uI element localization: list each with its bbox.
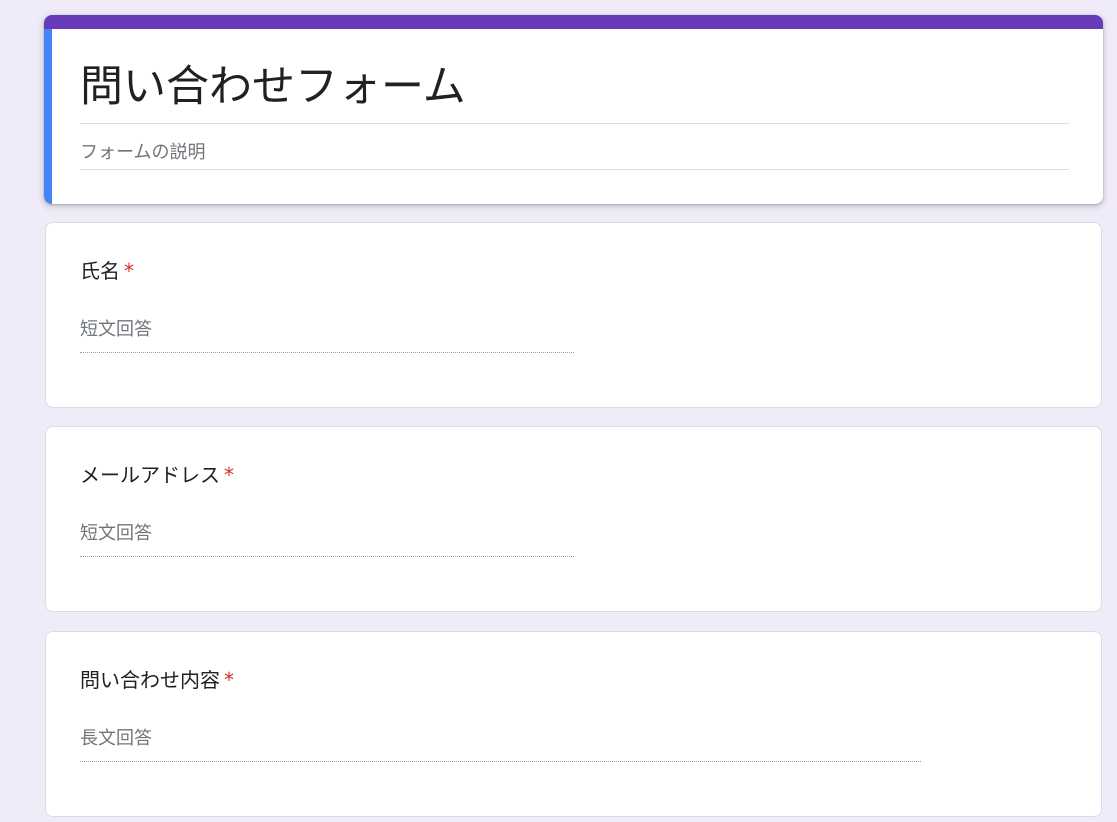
required-asterisk: * [224, 463, 234, 487]
answer-field-underline [80, 761, 921, 762]
answer-field-underline [80, 352, 574, 353]
form-title-input[interactable]: 問い合わせフォーム [80, 59, 466, 115]
required-asterisk: * [124, 259, 134, 283]
short-answer-placeholder: 短文回答 [80, 319, 152, 340]
paragraph-answer-placeholder: 長文回答 [80, 728, 152, 749]
form-description-input[interactable]: フォームの説明 [80, 140, 205, 166]
question-title: メールアドレス * [80, 461, 234, 489]
form-editor-canvas: 問い合わせフォーム フォームの説明 氏名 * 短文回答 メールアドレス * 短文回答… [0, 0, 1117, 822]
active-section-indicator [44, 29, 52, 204]
question-title: 氏名 * [80, 257, 134, 285]
question-title-text: 氏名 [80, 259, 120, 283]
form-header-card[interactable]: 問い合わせフォーム フォームの説明 [44, 15, 1103, 204]
short-answer-placeholder: 短文回答 [80, 523, 152, 544]
question-card-email[interactable]: メールアドレス * 短文回答 [45, 426, 1102, 612]
required-asterisk: * [224, 668, 234, 692]
answer-field-underline [80, 556, 574, 557]
form-description-underline [80, 169, 1069, 170]
question-title-text: メールアドレス [80, 463, 220, 487]
question-title: 問い合わせ内容 * [80, 666, 234, 694]
question-card-inquiry[interactable]: 問い合わせ内容 * 長文回答 [45, 631, 1102, 817]
theme-color-bar [44, 15, 1103, 29]
form-title-underline [80, 123, 1069, 124]
question-card-name[interactable]: 氏名 * 短文回答 [45, 222, 1102, 408]
question-title-text: 問い合わせ内容 [80, 668, 220, 692]
